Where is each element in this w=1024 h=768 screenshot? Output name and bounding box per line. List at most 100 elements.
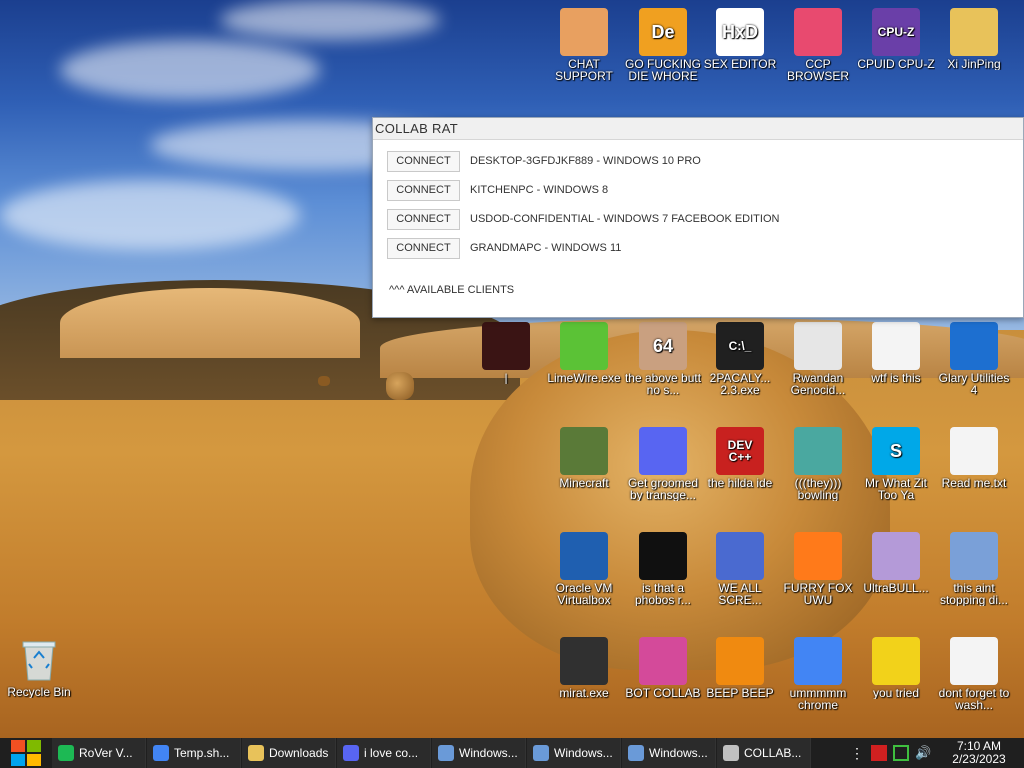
start-button[interactable] [0,738,52,768]
overflow-menu-icon[interactable]: ⋮ [849,745,865,761]
window-title: COLLAB RAT [373,118,1023,140]
taskbar-button[interactable]: Downloads [242,738,336,768]
desktop-icon[interactable]: HxD SEX EDITOR [701,8,779,70]
network-icon[interactable] [893,745,909,761]
taskbar-button[interactable]: RoVer V... [52,738,146,768]
recycle-bin-label: Recycle Bin [7,686,71,698]
desktop-icon-label: CHAT SUPPORT [555,58,613,82]
desktop-icon[interactable]: De GO FUCKING DIE WHORE [624,8,702,82]
clock[interactable]: 7:10 AM 2/23/2023 [934,740,1024,766]
terminal-icon: C:\_ [716,322,764,370]
taskbar: RoVer V... Temp.sh... Downloads i love co..… [0,738,1024,768]
desktop-icon-label: 2PACALY... 2.3.exe [709,372,771,396]
desktop-icon[interactable]: Rwandan Genocid... [779,322,857,396]
cpuz-icon: CPU-Z [872,8,920,56]
hxd-icon: HxD [716,8,764,56]
chrome-icon [153,745,169,761]
desktop-icon[interactable]: Oracle VM Virtualbox [545,532,623,606]
green-flower-icon [639,532,687,580]
taskbar-button[interactable]: i love co... [337,738,431,768]
connect-button[interactable]: CONNECT [387,179,460,201]
desktop-icon-label: FURRY FOX UWU [783,582,853,606]
taskbar-button[interactable]: Windows... [527,738,621,768]
wallpaper-cloud [60,40,320,100]
monitor-pink-icon [639,637,687,685]
desktop-icon-label: Xi JinPing [947,58,1001,70]
glary-moon-icon [950,322,998,370]
desktop-icon[interactable]: dont forget to wash... [935,637,1013,711]
desktop-icon[interactable]: FURRY FOX UWU [779,532,857,606]
taskbar-button-label: Windows... [649,746,708,760]
desktop-icon-label: UltraBULL... [863,582,929,594]
connect-button[interactable]: CONNECT [387,237,460,259]
desktop-icon-label: SEX EDITOR [703,58,777,70]
clock-date: 2/23/2023 [952,752,1006,766]
discord-icon [639,427,687,475]
desktop-icon-label: Rwandan Genocid... [790,372,846,396]
disc-icon [872,532,920,580]
desktop-icon[interactable]: BOT COLLAB [624,637,702,699]
limewire-icon [560,322,608,370]
desktop-icon[interactable]: CCP BROWSER [779,8,857,82]
document-grid-icon [950,637,998,685]
desktop-icon[interactable]: UltraBULL... [857,532,935,594]
desktop-icon[interactable]: S Mr What Zit Too Ya [857,427,935,501]
desktop-icon[interactable]: C:\_ 2PACALY... 2.3.exe [701,322,779,396]
skull-icon [723,745,739,761]
desktop-icon-label: BEEP BEEP [706,687,774,699]
client-name: GRANDMAPC - WINDOWS 11 [470,242,622,254]
desktop-icon[interactable]: BEEP BEEP [701,637,779,699]
desktop-icon[interactable]: Glary Utilities 4 [935,322,1013,396]
desktop-icon-label: this aint stopping di... [939,582,1009,606]
desktop-icon[interactable]: Minecraft [545,427,623,489]
recycle-bin[interactable]: Recycle Bin [0,636,78,698]
vlc-cone-icon [716,637,764,685]
desktop-icon-label: (((they))) bowling [794,477,842,501]
taskbar-button-label: Temp.sh... [174,746,230,760]
desktop-icon[interactable]: WE ALL SCRE... [701,532,779,606]
computer-setup-icon [950,532,998,580]
meme-face-icon [794,322,842,370]
de-logo-icon: De [639,8,687,56]
taskbar-button-label: Windows... [459,746,518,760]
wallpaper-cloud [220,0,440,40]
desktop-icon[interactable]: wtf is this [857,322,935,384]
cartoon-face-icon [794,427,842,475]
desktop-icon[interactable]: this aint stopping di... [935,532,1013,606]
desktop-icon-label: Read me.txt [941,477,1007,489]
desktop-icon[interactable]: LimeWire.exe [545,322,623,384]
connect-button[interactable]: CONNECT [387,150,460,172]
desktop-icon[interactable]: mirat.exe [545,637,623,699]
desktop-icon[interactable]: | [467,322,545,384]
client-row: CONNECT GRANDMAPC - WINDOWS 11 [387,237,621,259]
desktop-icon[interactable]: (((they))) bowling [779,427,857,501]
desktop-icon[interactable]: CHAT SUPPORT [545,8,623,82]
collab-rat-window[interactable]: COLLAB RAT CONNECT DESKTOP-3GFDJKF889 - … [372,117,1024,318]
desktop-icon[interactable]: you tried [857,637,935,699]
desktop-icon[interactable]: DEV C++ the hilda ide [701,427,779,489]
desktop-icon[interactable]: 64 the above butt no s... [624,322,702,396]
desktop-icon-label: wtf is this [871,372,921,384]
desktop-icon[interactable]: CPU-Z CPUID CPU-Z [857,8,935,70]
virtualbox-icon [560,532,608,580]
desktop-icon-label: you tried [872,687,920,699]
desktop-icon[interactable]: Xi JinPing [935,8,1013,70]
desktop-icon-label: mirat.exe [559,687,609,699]
connect-button[interactable]: CONNECT [387,208,460,230]
firefox-icon [794,532,842,580]
desktop-icon[interactable]: Get groomed by transge... [624,427,702,501]
desktop-icon-label: | [504,372,508,384]
desktop-icon[interactable]: is that a phobos r... [624,532,702,606]
desktop-icon-label: ummmmm chrome [789,687,847,711]
folder-user-icon [950,8,998,56]
taskbar-button[interactable]: Temp.sh... [147,738,241,768]
flag-icon[interactable] [871,745,887,761]
desktop-icon[interactable]: Read me.txt [935,427,1013,489]
window-icon [438,745,454,761]
speaker-icon[interactable]: 🔊 [915,745,931,761]
text-file-icon [950,427,998,475]
taskbar-button[interactable]: Windows... [622,738,716,768]
taskbar-button[interactable]: COLLAB... [717,738,811,768]
desktop-icon[interactable]: ummmmm chrome [779,637,857,711]
taskbar-button[interactable]: Windows... [432,738,526,768]
